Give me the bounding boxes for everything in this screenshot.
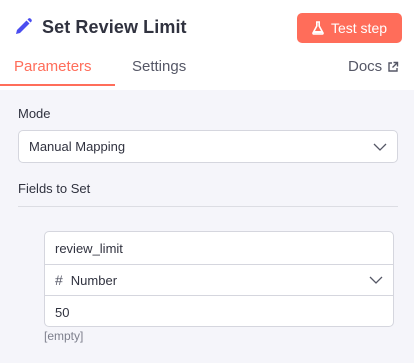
mode-value: Manual Mapping	[29, 139, 126, 154]
node-title[interactable]: Set Review Limit	[42, 17, 187, 38]
docs-link[interactable]: Docs	[348, 58, 399, 75]
docs-label: Docs	[348, 58, 383, 75]
mode-label: Mode	[18, 106, 51, 121]
tab-settings[interactable]: Settings	[132, 58, 186, 75]
title-row: Set Review Limit	[12, 12, 187, 42]
test-step-button[interactable]: Test step	[297, 13, 402, 43]
tab-parameters[interactable]: Parameters	[14, 58, 92, 75]
section-divider	[18, 206, 398, 207]
field-name-value: review_limit	[55, 240, 123, 256]
hash-icon: #	[55, 272, 63, 288]
external-link-icon	[387, 61, 399, 73]
mode-select[interactable]: Manual Mapping	[18, 130, 398, 163]
node-header: Set Review Limit Test step Parameters Se…	[0, 0, 414, 90]
flask-icon	[312, 21, 324, 35]
field-value-text: 50	[55, 304, 70, 320]
field-name-input[interactable]: review_limit	[45, 232, 393, 264]
field-type-select[interactable]: # Number	[45, 264, 393, 296]
active-tab-indicator	[0, 84, 115, 86]
field-assignment: review_limit # Number 50	[44, 231, 394, 327]
field-value-input[interactable]: 50	[45, 296, 393, 328]
test-step-label: Test step	[330, 20, 388, 36]
pencil-icon	[12, 16, 34, 38]
chevron-down-icon	[373, 143, 387, 151]
empty-hint: [empty]	[44, 329, 84, 343]
fields-to-set-label: Fields to Set	[18, 181, 91, 196]
field-type-value: Number	[70, 272, 118, 288]
chevron-down-icon	[369, 276, 383, 284]
